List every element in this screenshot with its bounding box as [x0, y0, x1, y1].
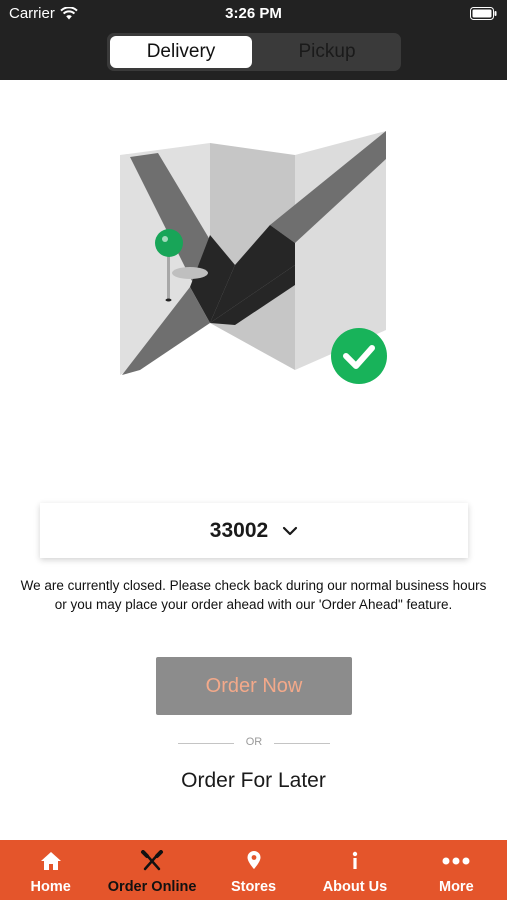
header-bar: Carrier 3:26 PM Delivery Pickup: [0, 0, 507, 80]
closed-notice: We are currently closed. Please check ba…: [20, 578, 487, 612]
more-dots-icon: [442, 857, 470, 865]
location-pin-icon: [155, 229, 183, 257]
tab-home[interactable]: Home: [0, 840, 101, 900]
tab-order-online-label: Order Online: [107, 879, 197, 895]
order-for-later-button[interactable]: Order For Later: [0, 769, 507, 793]
tab-pickup[interactable]: Pickup: [256, 36, 398, 68]
location-pin-icon: [247, 851, 261, 869]
tab-stores[interactable]: Stores: [203, 840, 304, 900]
tab-more-label: More: [439, 879, 474, 895]
info-icon: [352, 851, 358, 869]
status-time: 3:26 PM: [225, 5, 282, 22]
battery-icon: [470, 7, 497, 24]
zip-code-dropdown[interactable]: 33002: [40, 503, 468, 558]
tab-about-us[interactable]: About Us: [304, 840, 405, 900]
status-bar: Carrier 3:26 PM: [0, 0, 507, 28]
chevron-down-icon: [283, 526, 298, 535]
home-icon: [40, 852, 61, 870]
divider-line-right: [274, 743, 330, 744]
tab-more[interactable]: More: [406, 840, 507, 900]
check-badge-icon: [331, 328, 387, 384]
order-now-button[interactable]: Order Now: [156, 657, 352, 715]
or-label: OR: [245, 736, 263, 748]
fork-knife-icon: [141, 850, 164, 871]
tab-delivery[interactable]: Delivery: [110, 36, 252, 68]
tab-home-label: Home: [30, 879, 71, 895]
order-type-toggle: Delivery Pickup: [107, 33, 401, 71]
map-illustration: [120, 131, 387, 384]
zip-code-value: 33002: [209, 518, 269, 542]
tab-order-online[interactable]: Order Online: [101, 840, 202, 900]
bottom-tab-bar: Home Order Online Stores About Us More: [0, 840, 507, 900]
tab-stores-label: Stores: [230, 879, 277, 895]
tab-about-us-label: About Us: [322, 879, 388, 895]
or-divider: OR: [178, 735, 330, 751]
